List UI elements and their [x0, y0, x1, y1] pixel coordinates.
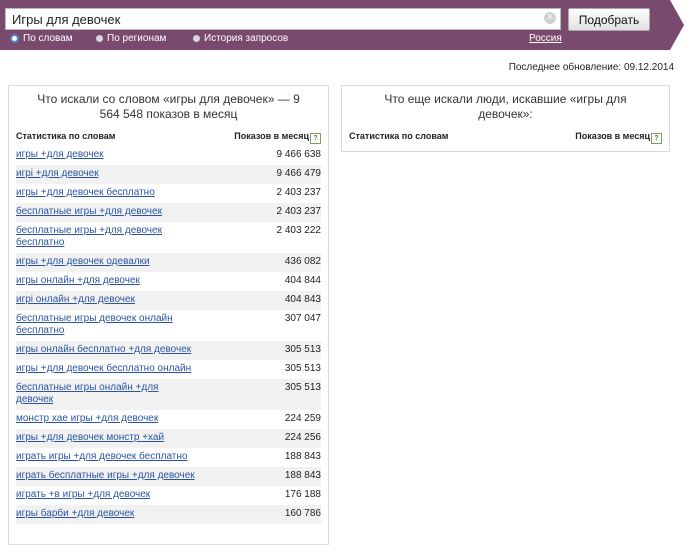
phrase-link[interactable]: игры онлайн +для девочек: [16, 275, 140, 287]
left-column-headers: Статистика по словам Показов в месяц?: [16, 131, 321, 144]
col-count-header: Показов в месяц?: [575, 131, 662, 144]
submit-button[interactable]: Подобрать: [568, 8, 650, 31]
left-stats-panel: Что искали со словом «игры для девочек» …: [8, 85, 329, 545]
help-icon[interactable]: ?: [310, 133, 321, 144]
phrase-link[interactable]: играть бесплатные игры +для девочек: [16, 470, 195, 482]
right-stats-panel: Что еще искали люди, искавшие «игры для …: [341, 85, 670, 152]
col-count-label: Показов в месяц: [575, 131, 650, 141]
phrase-link[interactable]: игры +для девочек одевалки: [16, 256, 150, 268]
mode-by-words[interactable]: По словам: [10, 33, 73, 44]
impressions-count: 305 513: [284, 344, 321, 355]
header-arrow: [670, 0, 684, 50]
phrase-link[interactable]: игры +для девочек бесплатно онлайн: [16, 363, 191, 375]
table-row: игрi онлайн +для девочек 404 843: [16, 291, 321, 310]
phrase-link[interactable]: игры барби +для девочек: [16, 508, 134, 520]
phrase-link[interactable]: игрi +для девочек: [16, 168, 99, 180]
col-phrase-header: Статистика по словам: [16, 131, 116, 141]
table-row: играть игры +для девочек бесплатно 188 84…: [16, 448, 321, 467]
radio-icon[interactable]: [193, 35, 200, 42]
region-link[interactable]: Россия: [529, 33, 562, 44]
mode-by-words-label: По словам: [23, 33, 73, 44]
phrase-link[interactable]: игры +для девочек: [16, 149, 104, 161]
table-row: игры барби +для девочек 160 786: [16, 505, 321, 524]
impressions-count: 2 403 237: [276, 206, 322, 217]
table-row: играть +в игры +для девочек 176 188: [16, 486, 321, 505]
phrase-link[interactable]: игры онлайн бесплатно +для девочек: [16, 344, 191, 356]
stats-table: игры +для девочек 9 466 638 игрi +для дево…: [16, 146, 321, 524]
table-row: бесплатные игры +для девочек бесплатно 2 …: [16, 222, 321, 253]
mode-history-label: История запросов: [204, 33, 289, 44]
table-row: играть бесплатные игры +для девочек 188 8…: [16, 467, 321, 486]
impressions-count: 9 466 638: [276, 149, 322, 160]
radio-checked-icon[interactable]: [10, 34, 19, 43]
table-row: монстр хае игры +для девочек 224 259: [16, 410, 321, 429]
mode-by-regions-label: По регионам: [107, 33, 167, 44]
phrase-link[interactable]: бесплатные игры девочек онлайн бесплатно: [16, 313, 196, 337]
table-row: игры +для девочек монстр +хай 224 256: [16, 429, 321, 448]
impressions-count: 436 082: [284, 256, 321, 267]
impressions-count: 188 843: [284, 470, 321, 481]
table-row: игры онлайн бесплатно +для девочек 305 51…: [16, 341, 321, 360]
col-count-label: Показов в месяц: [234, 131, 309, 141]
table-row: игры +для девочек 9 466 638: [16, 146, 321, 165]
impressions-count: 160 786: [284, 508, 321, 519]
left-panel-title: Что искали со словом «игры для девочек» …: [37, 92, 300, 121]
right-panel-title: Что еще искали люди, искавшие «игры для …: [384, 92, 627, 121]
table-row: игрi +для девочек 9 466 479: [16, 165, 321, 184]
table-row: бесплатные игры онлайн +для девочек 305 5…: [16, 379, 321, 410]
impressions-count: 404 843: [284, 294, 321, 305]
clear-icon[interactable]: ×: [544, 12, 556, 24]
impressions-count: 9 466 479: [276, 168, 322, 179]
impressions-count: 305 513: [284, 363, 321, 374]
table-row: игры онлайн +для девочек 404 844: [16, 272, 321, 291]
phrase-link[interactable]: монстр хае игры +для девочек: [16, 413, 158, 425]
help-icon[interactable]: ?: [651, 133, 662, 144]
right-column-headers: Статистика по словам Показов в месяц?: [349, 131, 662, 144]
impressions-count: 2 403 222: [276, 225, 322, 236]
impressions-count: 2 403 237: [276, 187, 322, 198]
phrase-link[interactable]: игры +для девочек бесплатно: [16, 187, 155, 199]
phrase-link[interactable]: бесплатные игры +для девочек: [16, 206, 162, 218]
phrase-link[interactable]: играть +в игры +для девочек: [16, 489, 150, 501]
impressions-count: 307 047: [284, 313, 321, 324]
last-update: Последнее обновление: 09.12.2014: [508, 62, 674, 73]
phrase-link[interactable]: игрi онлайн +для девочек: [16, 294, 135, 306]
impressions-count: 404 844: [284, 275, 321, 286]
phrase-link[interactable]: игры +для девочек монстр +хай: [16, 432, 164, 444]
col-count-header: Показов в месяц?: [234, 131, 321, 144]
table-row: бесплатные игры девочек онлайн бесплатно…: [16, 310, 321, 341]
impressions-count: 176 188: [284, 489, 321, 500]
table-row: игры +для девочек бесплатно 2 403 237: [16, 184, 321, 203]
phrase-link[interactable]: играть игры +для девочек бесплатно: [16, 451, 187, 463]
impressions-count: 224 256: [284, 432, 321, 443]
search-input[interactable]: [5, 8, 561, 30]
table-row: бесплатные игры +для девочек 2 403 237: [16, 203, 321, 222]
table-row: игры +для девочек одевалки 436 082: [16, 253, 321, 272]
impressions-count: 305 513: [284, 382, 321, 393]
phrase-link[interactable]: бесплатные игры +для девочек бесплатно: [16, 225, 196, 249]
radio-icon[interactable]: [96, 35, 103, 42]
impressions-count: 224 259: [284, 413, 321, 424]
mode-history[interactable]: История запросов: [193, 33, 288, 44]
phrase-link[interactable]: бесплатные игры онлайн +для девочек: [16, 382, 196, 406]
col-phrase-header: Статистика по словам: [349, 131, 449, 141]
mode-by-regions[interactable]: По регионам: [96, 33, 166, 44]
impressions-count: 188 843: [284, 451, 321, 462]
table-row: игры +для девочек бесплатно онлайн 305 51…: [16, 360, 321, 379]
